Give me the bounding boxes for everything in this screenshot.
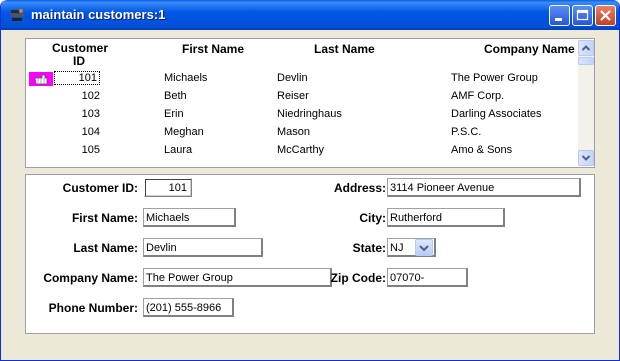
chevron-down-icon xyxy=(581,155,591,161)
customer-detail-form: Customer ID: 101 First Name: Michaels La… xyxy=(25,174,595,334)
cell-company-name: Darling Associates xyxy=(451,108,542,120)
last-name-field[interactable]: Devlin xyxy=(143,238,263,257)
cell-customer-id: 105 xyxy=(81,144,100,156)
scroll-down-button[interactable] xyxy=(578,150,594,166)
vertical-scrollbar[interactable] xyxy=(578,40,594,166)
customer-id-field[interactable]: 101 xyxy=(144,178,192,197)
minimize-icon xyxy=(555,18,562,21)
city-field[interactable]: Rutherford xyxy=(387,208,505,227)
column-header-customer-id: Customer ID xyxy=(52,41,109,68)
column-header-company-name: Company Name xyxy=(484,42,575,56)
cell-last-name: Niedringhaus xyxy=(277,108,342,120)
cell-company-name: The Power Group xyxy=(451,72,538,84)
company-name-field[interactable]: The Power Group xyxy=(143,268,332,287)
maximize-button[interactable] xyxy=(572,5,593,26)
cell-customer-id: 103 xyxy=(81,108,100,120)
zip-code-label: Zip Code: xyxy=(330,271,386,285)
cell-customer-id: 104 xyxy=(81,126,100,138)
address-label: Address: xyxy=(333,181,386,195)
table-row[interactable]: 102 Beth Reiser AMF Corp. xyxy=(26,88,578,106)
cell-last-name: Devlin xyxy=(277,72,308,84)
app-icon xyxy=(10,9,24,21)
table-row[interactable]: 103 Erin Niedringhaus Darling Associates xyxy=(26,106,578,124)
column-header-first-name: First Name xyxy=(182,42,245,56)
close-button[interactable] xyxy=(595,5,616,26)
cell-last-name: McCarthy xyxy=(277,144,325,156)
app-window: maintain customers:1 Customer ID First N… xyxy=(0,0,620,361)
last-name-label: Last Name: xyxy=(73,241,138,255)
cell-first-name: Meghan xyxy=(164,126,204,138)
first-name-label: First Name: xyxy=(71,211,138,225)
chevron-down-icon xyxy=(419,245,429,252)
current-row-indicator xyxy=(29,72,53,86)
state-dropdown-button[interactable] xyxy=(415,239,433,256)
cell-first-name: Michaels xyxy=(164,72,208,84)
phone-number-label: Phone Number: xyxy=(48,301,138,315)
address-field[interactable]: 3114 Pioneer Avenue xyxy=(387,178,581,197)
phone-number-field[interactable]: (201) 555-8966 xyxy=(143,298,234,317)
customer-id-label: Customer ID: xyxy=(62,181,138,195)
state-value: NJ xyxy=(390,242,404,254)
cell-last-name: Mason xyxy=(277,126,311,138)
table-row[interactable]: 105 Laura McCarthy Amo & Sons xyxy=(26,142,578,160)
minimize-button[interactable] xyxy=(549,5,570,26)
table-row[interactable]: 101 Michaels Devlin The Power Group xyxy=(26,70,578,88)
column-header-last-name: Last Name xyxy=(314,42,375,56)
cell-first-name: Erin xyxy=(164,108,184,120)
cell-company-name: AMF Corp. xyxy=(451,90,505,102)
maximize-icon xyxy=(576,9,589,21)
table-row[interactable]: 104 Meghan Mason P.S.C. xyxy=(26,124,578,142)
company-name-label: Company Name: xyxy=(43,271,138,285)
cell-customer-id: 102 xyxy=(81,90,100,102)
cell-first-name: Laura xyxy=(164,144,193,156)
scroll-up-button[interactable] xyxy=(578,40,594,56)
city-label: City: xyxy=(359,211,386,225)
cell-company-name: P.S.C. xyxy=(451,126,482,138)
zip-code-field[interactable]: 07070- xyxy=(387,268,468,287)
customer-list[interactable]: Customer ID First Name Last Name Company… xyxy=(25,38,595,168)
title-bar[interactable]: maintain customers:1 xyxy=(1,0,619,30)
first-name-field[interactable]: Michaels xyxy=(143,208,236,227)
scroll-thumb[interactable] xyxy=(578,57,594,65)
cell-first-name: Beth xyxy=(164,90,187,102)
close-icon xyxy=(600,10,611,21)
pointer-hand-icon xyxy=(34,74,48,85)
cell-company-name: Amo & Sons xyxy=(451,144,513,156)
window-title: maintain customers:1 xyxy=(31,7,166,22)
state-label: State: xyxy=(352,241,386,255)
cell-last-name: Reiser xyxy=(277,90,309,102)
cell-customer-id: 101 xyxy=(54,71,100,85)
chevron-up-icon xyxy=(581,45,591,51)
